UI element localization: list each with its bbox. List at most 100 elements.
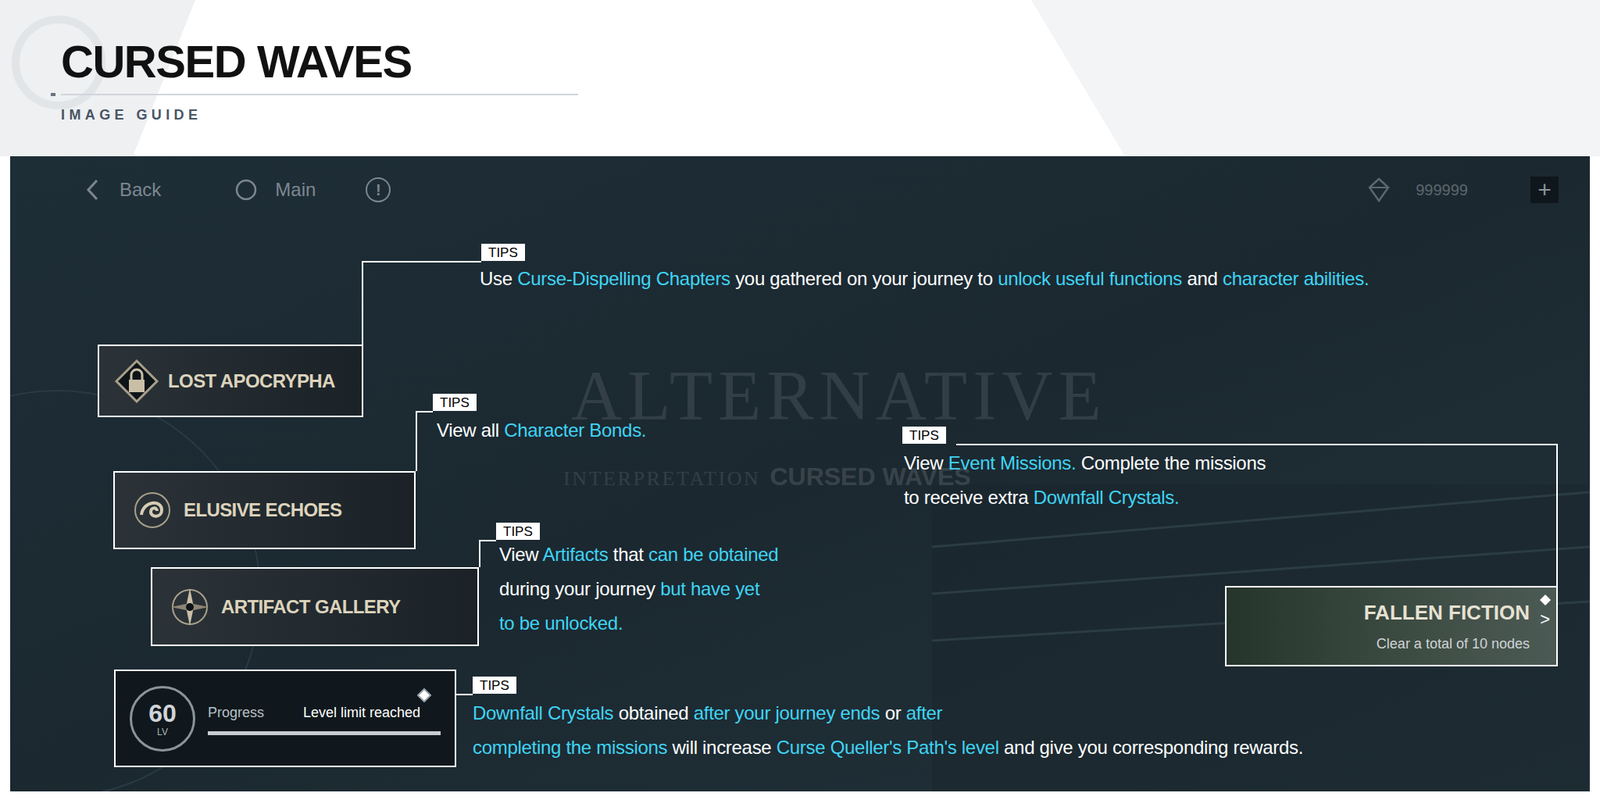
info-label[interactable]: !	[375, 182, 382, 198]
add-currency-button[interactable]: +	[1530, 176, 1559, 204]
fallen-fiction-button[interactable]: FALLEN FICTION Clear a total of 10 nodes >	[1225, 585, 1558, 667]
connector-line	[415, 410, 418, 472]
tip-text: Use Curse-Dispelling Chapters you gather…	[479, 261, 1369, 297]
chevron-left-icon	[85, 178, 101, 202]
tip-line: View all Character Bonds.	[436, 413, 647, 448]
rule-marker	[50, 92, 56, 97]
swirl-icon	[128, 486, 176, 534]
connector-line	[415, 410, 433, 413]
progress-status: Level limit reached	[303, 702, 421, 724]
tip-segment: to receive extra	[903, 486, 1034, 508]
currency-display: 999999 +	[1365, 176, 1559, 204]
tips-badge-label: TIPS	[488, 246, 518, 260]
menu-button[interactable]: LOST APOCRYPHA	[97, 344, 364, 418]
tip-segment: Curse-Dispelling Chapters	[517, 267, 731, 290]
main-button[interactable]: Main	[234, 175, 316, 204]
title-rule	[60, 93, 579, 96]
main-label[interactable]: Main	[275, 175, 316, 204]
tip-line: during your journey but have yet	[499, 571, 779, 607]
tip-segment: can be obtained	[648, 543, 779, 565]
info-button[interactable]: !	[365, 177, 391, 203]
tip-segment: Downfall Crystals.	[1033, 486, 1180, 508]
menu-label[interactable]: LOST APOCRYPHA	[167, 367, 336, 396]
progress-label: Progress	[207, 702, 265, 724]
tips-badge: TIPS	[902, 426, 947, 444]
progress-track	[207, 731, 441, 736]
tip-segment: that	[607, 543, 649, 565]
tip-line: View Artifacts that can be obtained	[499, 537, 779, 572]
tip-segment: Event Missions.	[948, 452, 1077, 474]
watermark-subtitle: INTERPRETATION	[563, 463, 761, 494]
tip-segment: Use	[479, 267, 518, 290]
header: CURSED WAVES IMAGE GUIDE	[0, 0, 1600, 157]
tip-segment: View	[903, 452, 949, 474]
menu-label[interactable]: ARTIFACT GALLERY	[221, 592, 401, 622]
tip-line: to receive extra Downfall Crystals.	[903, 480, 1266, 515]
tip-segment: Character Bonds.	[503, 419, 647, 441]
tips-badge-label: TIPS	[479, 678, 510, 693]
connector-line	[1556, 443, 1558, 586]
tips-badge-label: TIPS	[439, 396, 470, 410]
tip-text: View all Character Bonds.	[436, 413, 647, 448]
tip-text: View Event Missions. Complete the missio…	[903, 446, 1266, 515]
menu-label[interactable]: ELUSIVE ECHOES	[183, 496, 342, 525]
lock-icon	[113, 357, 161, 405]
page-title: CURSED WAVES	[60, 39, 1600, 85]
watermark-title: ALTERNATIVE	[571, 360, 1108, 432]
tip-segment: Downfall Crystals	[472, 702, 614, 724]
tip-segment: Complete the missions	[1075, 452, 1266, 474]
page-subtitle: IMAGE GUIDE	[60, 107, 1600, 122]
tip-segment: character abilities.	[1222, 267, 1369, 290]
tip-segment: and	[1182, 267, 1223, 290]
tip-segment: after your journey ends	[693, 702, 881, 724]
tip-segment: will increase	[667, 736, 777, 758]
tip-line: to be unlocked.	[499, 606, 779, 641]
progress-panel[interactable]: 60LV Progress Level limit reached	[114, 669, 457, 768]
progress-fill	[207, 731, 441, 736]
level-badge: 60LV	[129, 685, 196, 752]
tip-segment: obtained	[613, 702, 693, 724]
fallen-title[interactable]: FALLEN FICTION	[1364, 600, 1530, 626]
back-button[interactable]: Back	[85, 175, 161, 204]
menu-button[interactable]: ARTIFACT GALLERY	[150, 567, 479, 647]
tip-segment: completing the missions	[472, 736, 668, 758]
menu-button[interactable]: ELUSIVE ECHOES	[113, 471, 416, 550]
diamond-icon	[1539, 593, 1552, 607]
tip-line: Downfall Crystals obtained after your jo…	[472, 696, 1304, 731]
tips-badge: TIPS	[481, 243, 525, 261]
tip-segment: during your journey	[499, 578, 661, 600]
tip-line: Use Curse-Dispelling Chapters you gather…	[479, 261, 1369, 297]
tip-segment: View	[499, 543, 543, 565]
fallen-subtitle[interactable]: Clear a total of 10 nodes	[1376, 635, 1530, 654]
tip-segment: to be unlocked.	[499, 612, 623, 634]
tip-line: View Event Missions. Complete the missio…	[903, 446, 1266, 481]
connector-line	[478, 539, 497, 542]
connector-line	[456, 693, 473, 696]
progress-row: Progress Level limit reached	[207, 702, 441, 724]
tip-line: completing the missions will increase Cu…	[472, 730, 1304, 765]
compass-icon	[166, 583, 214, 631]
level-number: 60	[148, 700, 177, 726]
tip-segment: View all	[436, 419, 504, 441]
back-label[interactable]: Back	[119, 175, 161, 204]
tip-segment: you gathered on your journey to	[730, 267, 998, 290]
add-label[interactable]: +	[1537, 178, 1552, 202]
tip-segment: and give you corresponding rewards.	[999, 736, 1304, 758]
connector-line	[361, 260, 364, 345]
level-unit: LV	[157, 727, 168, 737]
circle-icon	[234, 178, 258, 202]
diamond-icon	[417, 688, 432, 703]
currency-amount: 999999	[1415, 178, 1468, 202]
guide-page: CURSED WAVESIMAGE GUIDEALTERNATIVEINTERP…	[0, 0, 1600, 800]
tip-text: Downfall Crystals obtained after your jo…	[472, 696, 1304, 765]
watermark: ALTERNATIVEINTERPRETATIONCURSED WAVES	[571, 360, 1108, 496]
tips-badge: TIPS	[472, 676, 517, 694]
tip-segment: or	[879, 702, 906, 724]
guide-panel: ALTERNATIVEINTERPRETATIONCURSED WAVES Bac…	[10, 156, 1590, 792]
tip-segment: Curse Queller's Path's level	[776, 736, 1000, 758]
tips-badge-label: TIPS	[909, 428, 940, 443]
fallen-arrow[interactable]: >	[1539, 610, 1550, 629]
crystal-icon	[1365, 176, 1393, 204]
tip-text: View Artifacts that can be obtaineddurin…	[499, 537, 779, 641]
connector-line	[478, 539, 481, 568]
